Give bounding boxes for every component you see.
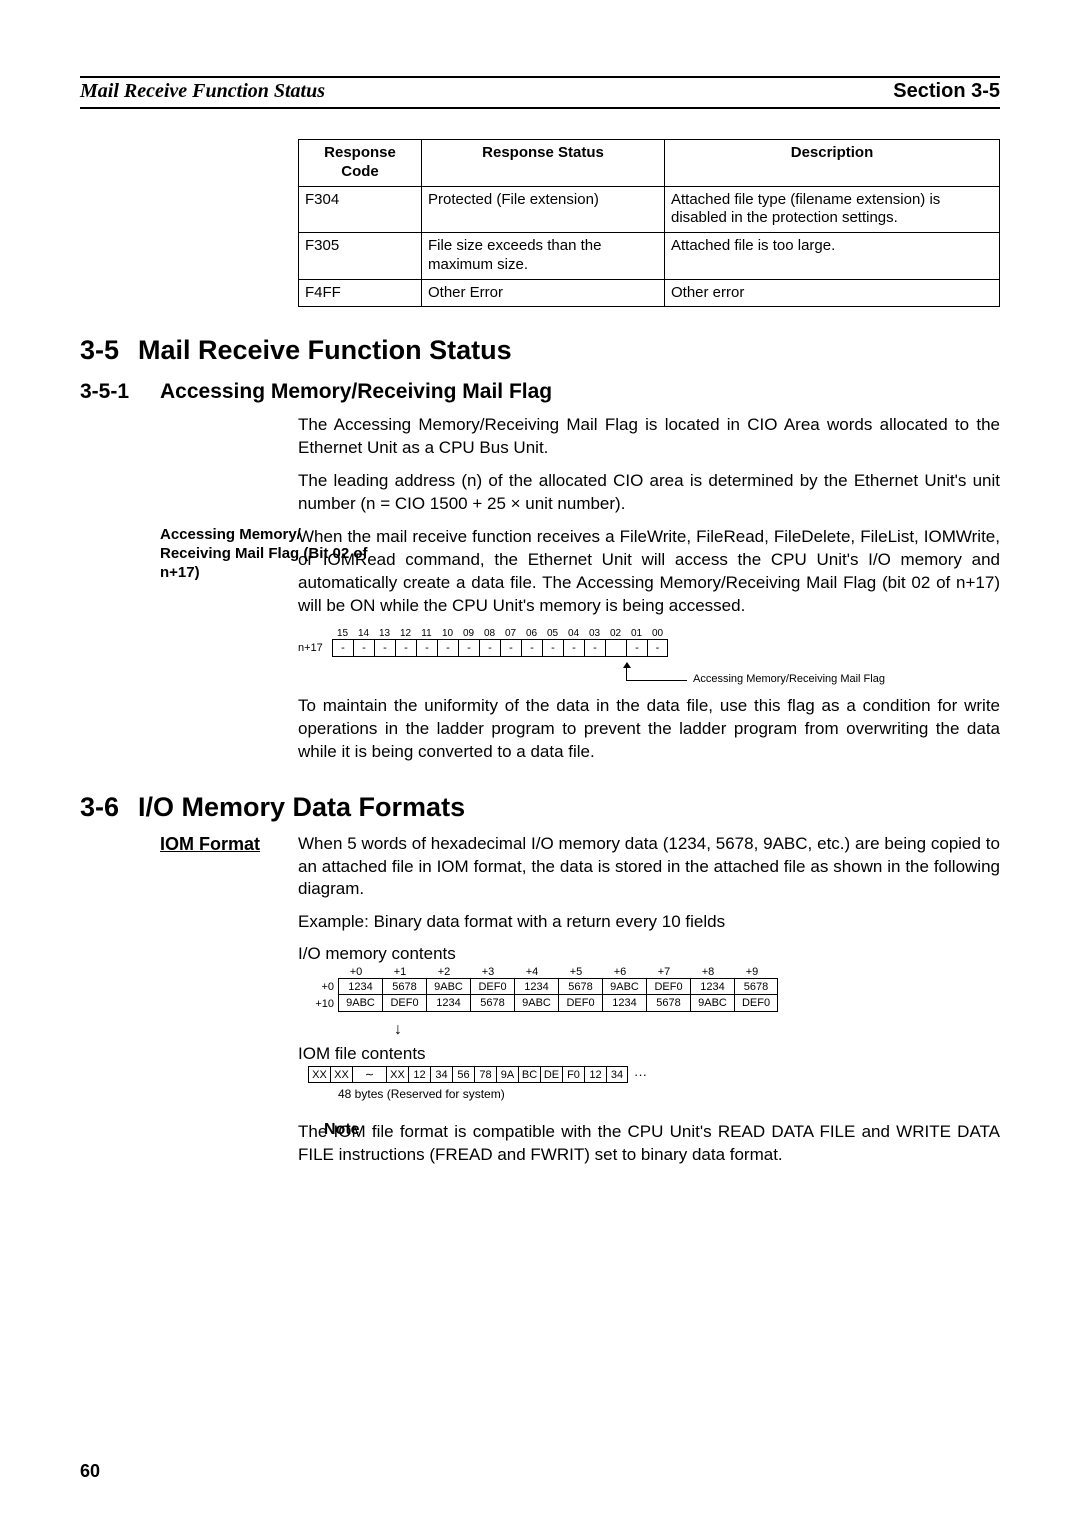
header-right: Section 3-5 [893, 80, 1000, 103]
paragraph: The leading address (n) of the allocated… [298, 470, 1000, 516]
sidehead-accessing-memory: Accessing Memory/ Receiving Mail Flag (B… [160, 526, 370, 582]
paragraph: When 5 words of hexadecimal I/O memory d… [298, 833, 1000, 902]
response-code-table: Response Code Response Status Descriptio… [298, 139, 1000, 307]
memory-row: +0 123456789ABCDEF0123456789ABCDEF012345… [298, 978, 1000, 995]
paragraph: When the mail receive function receives … [298, 526, 1000, 618]
memory-row: +10 9ABCDEF0123456789ABCDEF0123456789ABC… [298, 995, 1000, 1012]
io-memory-title: I/O memory contents [298, 944, 1000, 964]
paragraph: The Accessing Memory/Receiving Mail Flag… [298, 414, 1000, 460]
header-left: Mail Receive Function Status [80, 80, 325, 103]
section-3-5-1-heading: 3-5-1Accessing Memory/Receiving Mail Fla… [80, 380, 1000, 404]
th-response-status: Response Status [422, 140, 665, 187]
paragraph: Example: Binary data format with a retur… [298, 911, 1000, 934]
bit-diagram: 15141312111009080706050403020100 n+17 --… [298, 628, 1000, 681]
sidehead-iom-format: IOM Format [160, 833, 370, 856]
reserved-note: 48 bytes (Reserved for system) [338, 1087, 1000, 1101]
page-header: Mail Receive Function Status Section 3-5 [80, 80, 1000, 109]
th-response-code: Response Code [299, 140, 422, 187]
note-body: The IOM file format is compatible with t… [298, 1121, 1000, 1167]
page-number: 60 [80, 1461, 100, 1482]
table-row: F305 File size exceeds than the maximum … [299, 233, 1000, 280]
iom-file-row: XXXX∼XX123456789ABCDEF01234 ··· [308, 1066, 1000, 1083]
bit-callout: Accessing Memory/Receiving Mail Flag [693, 673, 885, 685]
th-description: Description [665, 140, 1000, 187]
table-row: F4FF Other Error Other error [299, 279, 1000, 307]
iom-file-title: IOM file contents [298, 1044, 1000, 1064]
section-3-6-heading: 3-6I/O Memory Data Formats [80, 792, 1000, 823]
section-3-5-heading: 3-5Mail Receive Function Status [80, 335, 1000, 366]
table-row: F304 Protected (File extension) Attached… [299, 186, 1000, 233]
note-label: Note [324, 1121, 360, 1139]
paragraph: To maintain the uniformity of the data i… [298, 695, 1000, 764]
down-arrow-icon: ↓ [394, 1022, 1000, 1038]
